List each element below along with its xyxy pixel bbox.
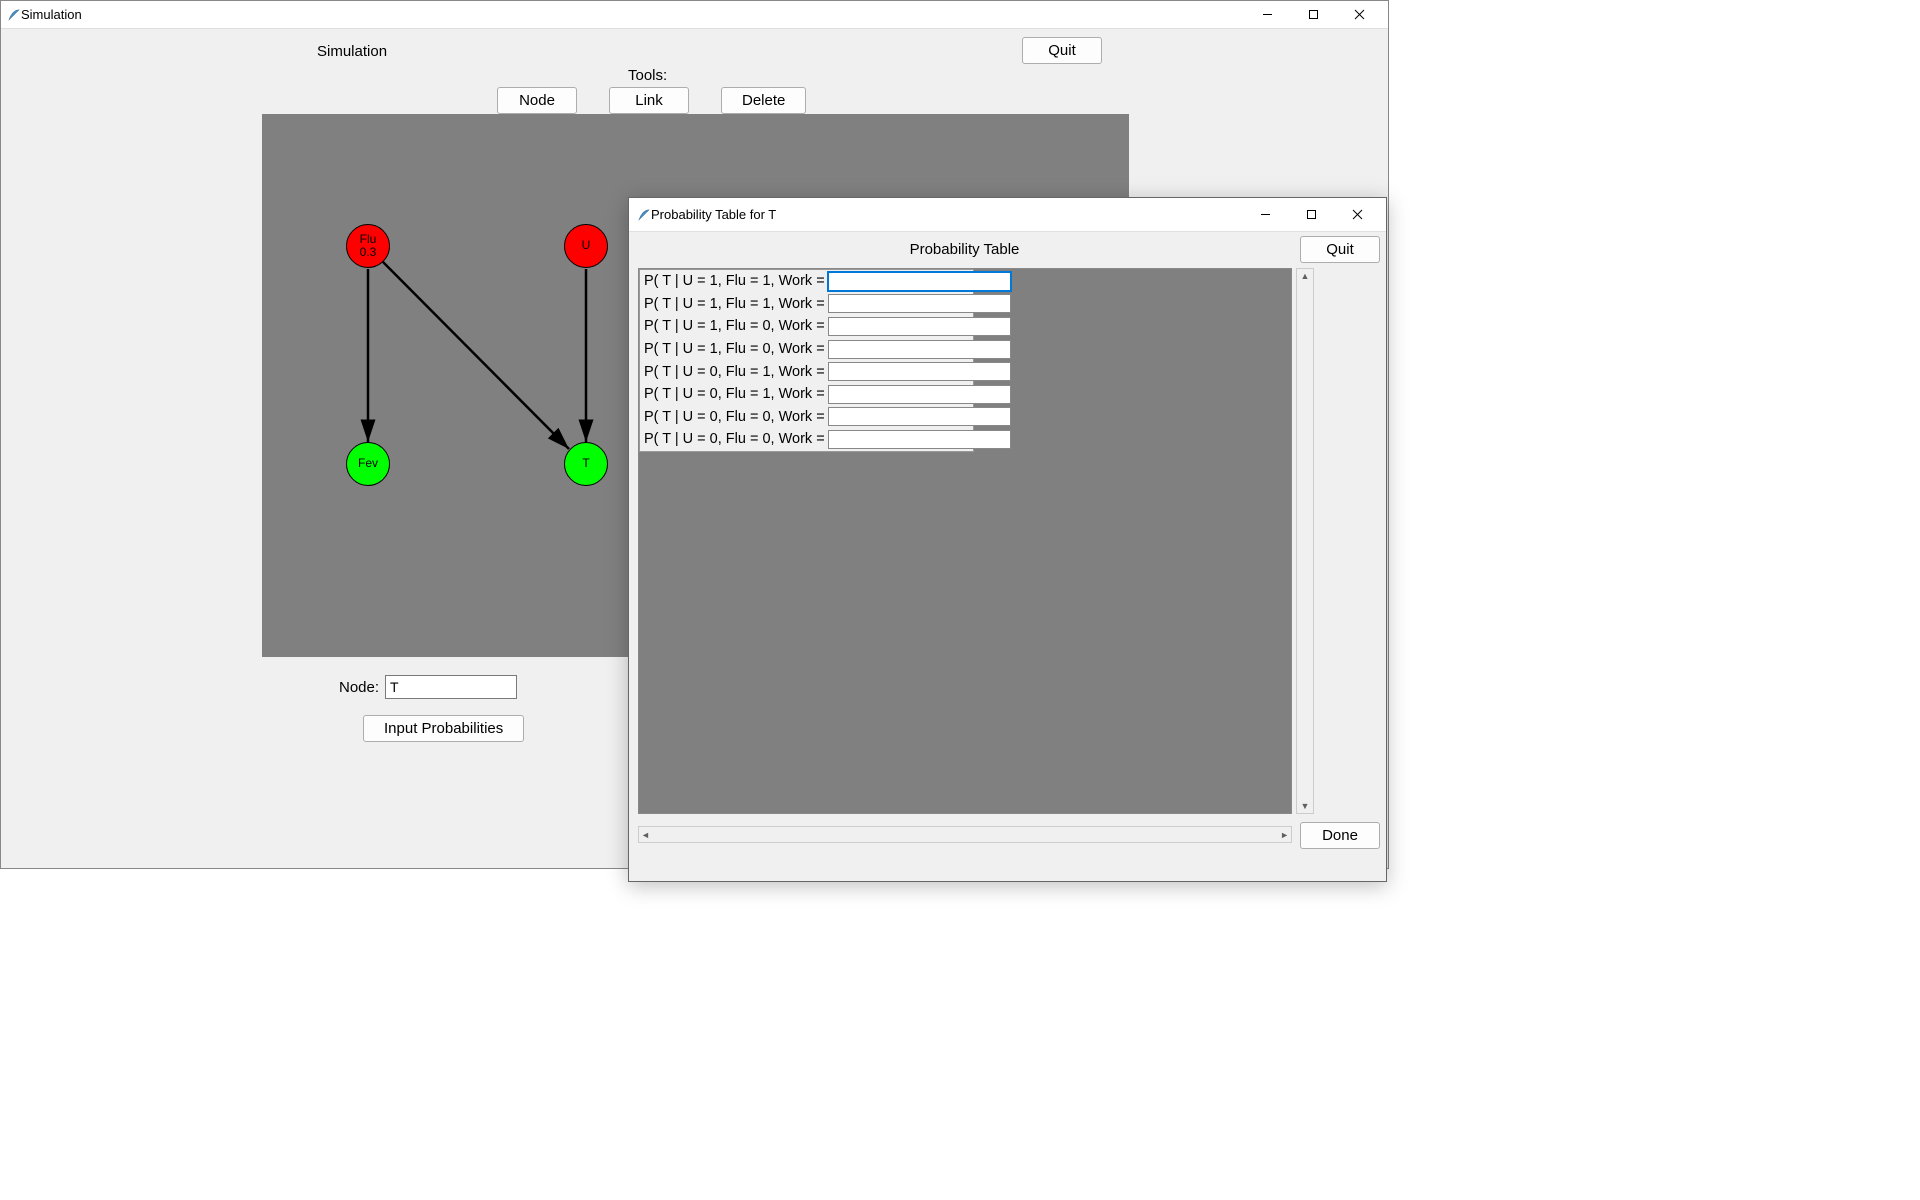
child-app-icon [637,208,651,222]
child-window-title: Probability Table for T [651,207,1242,222]
node-flu-sub: 0.3 [360,246,377,259]
pt-condition: P( T | U = 0, Flu = 0, Work = 0 ) [640,431,828,447]
probability-table-window: Probability Table for T Probability Tabl… [628,197,1387,882]
pt-row: P( T | U = 0, Flu = 1, Work = 0 ) [640,383,973,406]
quit-button[interactable]: Quit [1022,37,1102,64]
horizontal-scrollbar[interactable]: ◄ ► [638,826,1292,843]
tools-label: Tools: [628,67,667,84]
child-close-button[interactable] [1334,198,1380,232]
pt-condition: P( T | U = 1, Flu = 0, Work = 0 ) [640,341,828,357]
close-button[interactable] [1336,1,1382,29]
child-window-controls [1242,198,1380,232]
node-t-label: T [582,457,589,470]
pt-row: P( T | U = 1, Flu = 0, Work = 1 ) [640,315,973,338]
node-u-label: U [582,239,591,252]
child-maximize-button[interactable] [1288,198,1334,232]
pt-row: P( T | U = 1, Flu = 0, Work = 0 ) [640,338,973,361]
main-titlebar: Simulation [1,1,1388,29]
node-flu[interactable]: Flu 0.3 [346,224,390,268]
tool-link-button[interactable]: Link [609,87,689,114]
node-t[interactable]: T [564,442,608,486]
pt-value-input[interactable] [828,430,1011,449]
pt-condition: P( T | U = 1, Flu = 0, Work = 1 ) [640,318,828,334]
scroll-left-icon: ◄ [639,828,652,842]
input-probabilities-button[interactable]: Input Probabilities [363,715,524,742]
tool-node-button[interactable]: Node [497,87,577,114]
pt-condition: P( T | U = 0, Flu = 0, Work = 1 ) [640,409,828,425]
done-button[interactable]: Done [1300,822,1380,849]
node-input-row: Node: [339,675,517,699]
scroll-up-icon: ▲ [1299,269,1312,283]
main-window-controls [1244,1,1382,29]
child-body: Probability Table Quit P( T | U = 1, Flu… [629,232,1386,881]
simulation-heading: Simulation [317,43,387,60]
pt-value-input[interactable] [828,317,1011,336]
pt-row: P( T | U = 1, Flu = 1, Work = 1 ) [640,270,973,293]
main-window-title: Simulation [21,7,1244,22]
main-window: Simulation Simulation Quit Tools: Node L… [0,0,1389,869]
pt-condition: P( T | U = 1, Flu = 1, Work = 0 ) [640,296,828,312]
tool-row: Node Link Delete [497,87,806,114]
pt-row: P( T | U = 0, Flu = 1, Work = 1 ) [640,360,973,383]
pt-value-input[interactable] [828,385,1011,404]
pt-condition: P( T | U = 0, Flu = 1, Work = 1 ) [640,364,828,380]
node-u[interactable]: U [564,224,608,268]
pt-heading: Probability Table [629,241,1300,258]
node-input-label: Node: [339,679,379,696]
maximize-button[interactable] [1290,1,1336,29]
pt-row: P( T | U = 0, Flu = 0, Work = 1 ) [640,406,973,429]
node-fev-label: Fev [358,457,378,470]
pt-scroll-area[interactable]: P( T | U = 1, Flu = 1, Work = 1 ) P( T |… [638,268,1292,814]
pt-row: P( T | U = 0, Flu = 0, Work = 0 ) [640,428,973,451]
pt-condition: P( T | U = 1, Flu = 1, Work = 1 ) [640,273,828,289]
pt-value-input[interactable] [828,272,1011,291]
pt-value-input[interactable] [828,407,1011,426]
pt-header: Probability Table Quit [629,232,1386,266]
app-body: Simulation Quit Tools: Node Link Delete [1,29,1388,868]
child-titlebar: Probability Table for T [629,198,1386,232]
node-fev[interactable]: Fev [346,442,390,486]
node-name-input[interactable] [385,675,517,699]
app-icon [7,8,21,22]
vertical-scrollbar[interactable]: ▲ ▼ [1296,268,1314,814]
pt-value-input[interactable] [828,294,1011,313]
pt-row: P( T | U = 1, Flu = 1, Work = 0 ) [640,293,973,316]
minimize-button[interactable] [1244,1,1290,29]
tool-delete-button[interactable]: Delete [721,87,806,114]
pt-table: P( T | U = 1, Flu = 1, Work = 1 ) P( T |… [639,269,974,452]
pt-value-input[interactable] [828,340,1011,359]
child-minimize-button[interactable] [1242,198,1288,232]
scroll-down-icon: ▼ [1299,799,1312,813]
scroll-right-icon: ► [1278,828,1291,842]
pt-value-input[interactable] [828,362,1011,381]
pt-condition: P( T | U = 0, Flu = 1, Work = 0 ) [640,386,828,402]
pt-quit-button[interactable]: Quit [1300,236,1380,263]
